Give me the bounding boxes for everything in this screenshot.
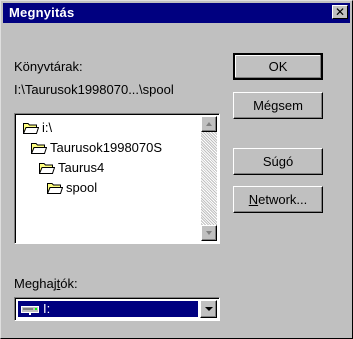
cancel-button[interactable]: Mégsem [233,92,323,119]
scroll-up-button[interactable] [201,116,217,132]
open-folder-icon [23,122,39,134]
open-folder-icon [39,162,55,174]
directory-scrollbar[interactable] [201,116,217,241]
open-folder-icon [31,142,47,154]
network-drive-icon [21,305,39,315]
directory-listbox[interactable]: i:\ Taurusok1998070S Taurus4 spool [14,113,220,244]
list-item-label: spool [66,179,98,195]
list-item[interactable]: spool [47,178,97,196]
drives-combobox[interactable]: I: [14,297,220,321]
directories-label: Könyvtárak: [14,59,83,74]
current-path: I:\Taurusok1998070...\spool [14,82,174,97]
ok-button[interactable]: OK [233,53,323,80]
selected-drive-label: I: [43,301,51,316]
title-bar[interactable]: Megnyitás ✕ [3,3,350,23]
close-button[interactable]: ✕ [332,5,348,19]
network-accelerator: N [248,192,259,207]
list-item[interactable]: Taurusok1998070S [31,138,162,156]
list-item-label: i:\ [42,119,53,135]
network-button[interactable]: Network... [233,186,323,213]
network-label: etwork... [258,192,308,207]
list-item[interactable]: i:\ [23,118,52,136]
drives-dropdown-button[interactable] [200,300,217,318]
selected-drive: I: [18,301,198,317]
scroll-down-button[interactable] [201,225,217,241]
open-dialog: Megnyitás ✕ Könyvtárak: I:\Taurusok19980… [0,0,353,339]
dialog-title: Megnyitás [9,5,75,20]
list-item[interactable]: Taurus4 [39,158,104,176]
up-arrow-icon [206,122,212,126]
list-item-label: Taurusok1998070S [50,139,163,155]
open-folder-icon [47,182,63,194]
chevron-down-icon [205,307,213,311]
drives-label: Meghajtók: [14,276,78,291]
close-icon: ✕ [334,5,346,19]
directory-tree: i:\ Taurusok1998070S Taurus4 spool [17,116,200,241]
down-arrow-icon [206,231,212,235]
list-item-label: Taurus4 [58,159,105,175]
help-button[interactable]: Súgó [233,148,323,175]
